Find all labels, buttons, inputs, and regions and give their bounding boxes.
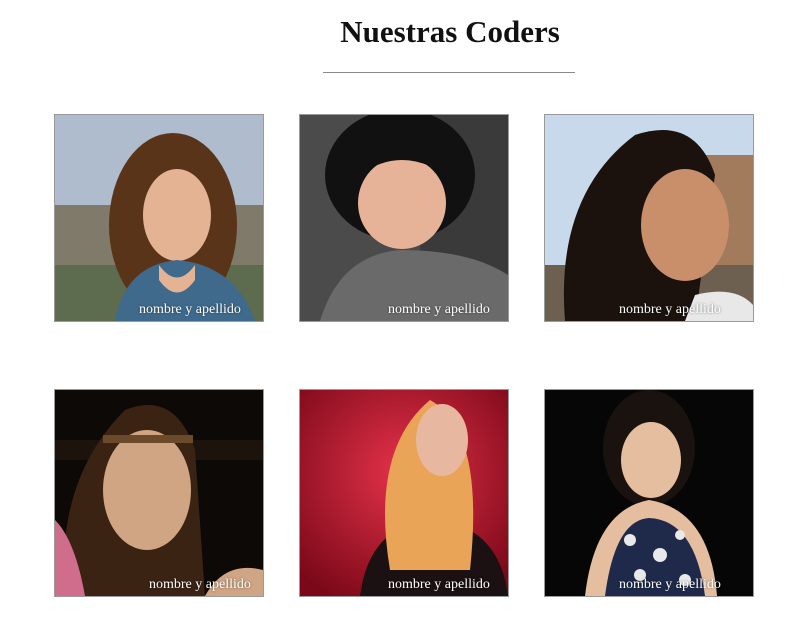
coder-photo (545, 390, 753, 596)
coder-card[interactable]: nombre y apellido (544, 114, 754, 322)
coder-card[interactable]: nombre y apellido (54, 389, 264, 597)
coder-card[interactable]: nombre y apellido (299, 114, 509, 322)
coder-name: nombre y apellido (139, 302, 241, 317)
coder-name: nombre y apellido (619, 302, 721, 317)
coder-name: nombre y apellido (388, 577, 490, 592)
coder-photo (545, 115, 753, 321)
coder-photo (300, 390, 508, 596)
coder-card[interactable]: nombre y apellido (544, 389, 754, 597)
coder-photo (300, 115, 508, 321)
page: Nuestras Coders nombre y apellido nombre… (0, 0, 811, 625)
coder-name: nombre y apellido (388, 302, 490, 317)
coder-name: nombre y apellido (149, 577, 251, 592)
coder-photo (55, 390, 263, 596)
coder-photo (55, 115, 263, 321)
coder-card[interactable]: nombre y apellido (299, 389, 509, 597)
page-title: Nuestras Coders (340, 14, 560, 49)
coder-card[interactable]: nombre y apellido (54, 114, 264, 322)
title-divider (323, 72, 575, 73)
coder-name: nombre y apellido (619, 577, 721, 592)
